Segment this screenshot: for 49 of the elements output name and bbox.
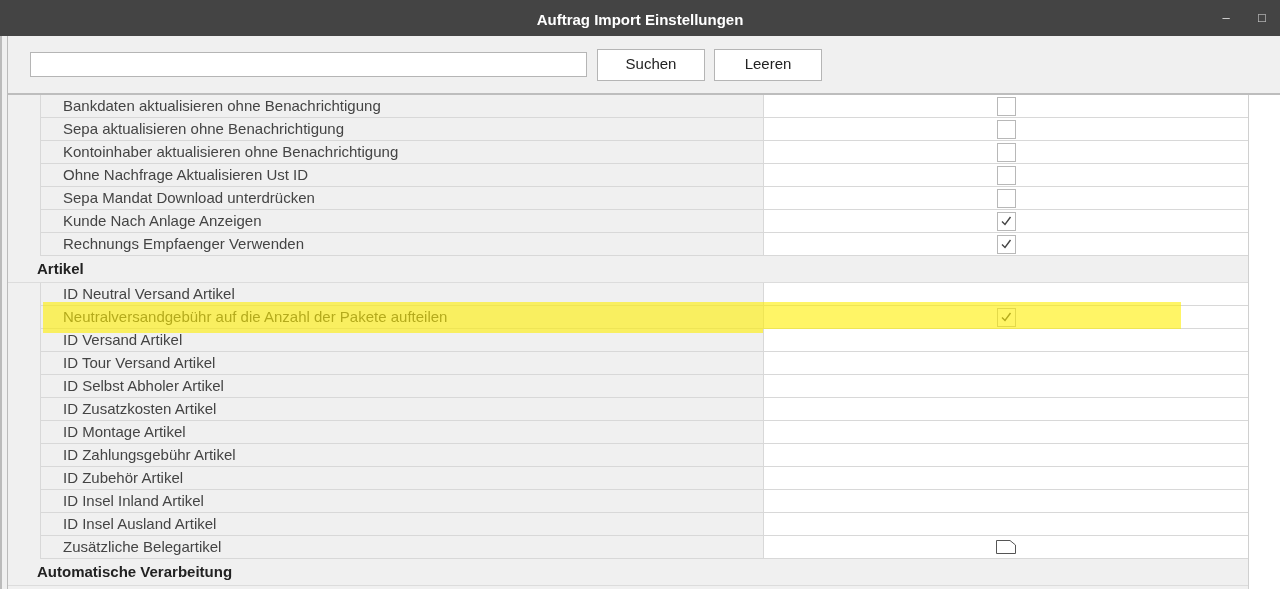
minimize-button[interactable]: – [1208, 8, 1244, 28]
maximize-button[interactable]: □ [1244, 8, 1280, 28]
checkbox[interactable] [996, 165, 1016, 185]
setting-label: Zusätzliche Belegartikel [63, 536, 222, 557]
setting-label: Kontoinhaber aktualisieren ohne Benachrichtigung [63, 141, 399, 162]
value-field[interactable] [763, 490, 1248, 513]
checkbox[interactable] [996, 307, 1016, 327]
window-title: Auftrag Import Einstellungen [536, 9, 744, 30]
value-field[interactable] [763, 375, 1248, 398]
setting-label: ID Zahlungsgebühr Artikel [63, 444, 236, 465]
note-icon[interactable] [996, 540, 1016, 554]
setting-label: Sepa aktualisieren ohne Benachrichtigung [63, 118, 345, 139]
setting-label: ID Montage Artikel [63, 421, 186, 442]
setting-label: Neutralversandgebühr auf die Anzahl der Pakete aufteilen [63, 306, 448, 327]
setting-label: ID Selbst Abholer Artikel [63, 375, 224, 396]
setting-label: Sepa Mandat Download unterdrücken [63, 187, 315, 208]
check-icon [1000, 238, 1012, 250]
checkbox[interactable] [996, 142, 1016, 162]
setting-label: ID Insel Inland Artikel [63, 490, 204, 511]
check-icon [1000, 311, 1012, 323]
setting-label: Rechnungs Empfaenger Verwenden [63, 233, 304, 254]
setting-label: ID Tour Versand Artikel [63, 352, 216, 373]
checkbox[interactable] [996, 234, 1016, 254]
value-field[interactable] [763, 398, 1248, 421]
section-header: Automatische Verarbeitung [37, 562, 233, 583]
checkbox[interactable] [996, 96, 1016, 116]
setting-label: ID Insel Ausland Artikel [63, 513, 217, 534]
setting-label: ID Zubehör Artikel [63, 467, 184, 488]
value-field[interactable] [763, 467, 1248, 490]
setting-label: ID Neutral Versand Artikel [63, 283, 235, 304]
checkbox[interactable] [996, 119, 1016, 139]
setting-label: ID Zusatzkosten Artikel [63, 398, 217, 419]
setting-label: ID Versand Artikel [63, 329, 183, 350]
check-icon [1000, 215, 1012, 227]
value-field[interactable] [763, 444, 1248, 467]
value-field[interactable] [763, 421, 1248, 444]
value-field[interactable] [763, 352, 1248, 375]
value-field[interactable] [763, 513, 1248, 536]
section-header: Artikel [37, 259, 84, 280]
setting-label: Ohne Nachfrage Aktualisieren Ust ID [63, 164, 309, 185]
clear-button[interactable]: Leeren [714, 48, 822, 81]
setting-label: Bankdaten aktualisieren ohne Benachrichtigung [63, 95, 381, 116]
search-field[interactable] [30, 52, 587, 77]
search-button[interactable]: Suchen [597, 48, 705, 81]
checkbox[interactable] [996, 188, 1016, 208]
checkbox[interactable] [996, 211, 1016, 231]
setting-label: Kunde Nach Anlage Anzeigen [63, 210, 262, 231]
value-field[interactable] [763, 283, 1248, 306]
value-field[interactable] [763, 329, 1248, 352]
